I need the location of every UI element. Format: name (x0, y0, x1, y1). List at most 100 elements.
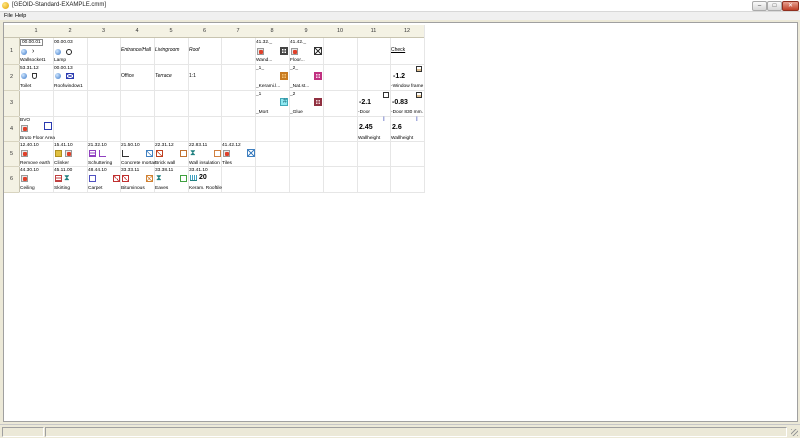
close-button[interactable]: ✕ (782, 1, 799, 11)
row-header-2[interactable]: 2 (4, 65, 20, 91)
cell-mortar[interactable]: _1 # _Mort (255, 91, 289, 116)
lamp-icon (66, 49, 72, 55)
item-code: 53.31.12 (20, 66, 39, 71)
row-header-5[interactable]: 5 (4, 142, 20, 167)
cell-wall-finish[interactable]: 41.32._ Wand... (255, 39, 289, 64)
item-label: Toilet (20, 84, 32, 89)
cell-entrance-hall[interactable]: Entrance/Hall (120, 39, 154, 64)
cell-bituminous[interactable]: 33.33.11 Bituminous (120, 167, 154, 192)
check-link[interactable]: Check (391, 47, 405, 53)
cell-door-830[interactable]: -0.83 -Door 830 mm. (390, 91, 424, 116)
cell-carpet[interactable]: 48.44.10 Carpet (87, 167, 121, 192)
item-label: Wallheight (391, 136, 414, 141)
chevron-right-icon: › (32, 48, 35, 55)
cell-check[interactable]: Check (390, 39, 424, 64)
menu-help[interactable]: Help (15, 13, 26, 19)
cell-ceramic-1[interactable]: _1_ _Kerami.l... (255, 65, 289, 90)
item-label: Concrete mortar (121, 161, 156, 166)
cell-schuttering[interactable]: 21.32.10 Schuttering (87, 142, 121, 167)
column-header-5[interactable]: 5 (154, 25, 189, 38)
column-header-10[interactable]: 10 (323, 25, 358, 38)
column-header-8[interactable]: 8 (255, 25, 290, 38)
cell-tiles[interactable]: 41.42.12 Tiles (221, 142, 255, 167)
cell-concrete-mortar[interactable]: 21.50.10 Concrete mortar (120, 142, 156, 167)
cell-wall-insulation[interactable]: 22.83.11 ⧗ Wall insulation (188, 142, 222, 167)
cell-window-frame[interactable]: -1.2 -Window frame (390, 65, 424, 90)
menu-bar: File Help (0, 12, 800, 20)
minimize-button[interactable]: – (752, 1, 767, 11)
stone-pattern-icon (314, 72, 322, 80)
count-value: 20 (199, 174, 207, 181)
material-icon (291, 48, 298, 55)
dimension-value: 2.45 (359, 124, 373, 131)
dimension-value: -1.2 (393, 73, 406, 80)
resize-grip[interactable] (791, 429, 798, 436)
cell-lamp[interactable]: 00.00.03 Lamp (53, 39, 87, 64)
title-bar: [GEOID-Standard-EXAMPLE.cmm] – □ ✕ (0, 0, 800, 12)
column-header-7[interactable]: 7 (221, 25, 256, 38)
item-label: Wallsocket1 (20, 58, 46, 63)
cell-ceiling[interactable]: 44.30.10 Ceiling (19, 167, 53, 192)
menu-file[interactable]: File (4, 13, 13, 19)
cell-wallsocket[interactable]: 00.00.01 › Wallsocket1 (19, 39, 53, 64)
column-header-9[interactable]: 9 (289, 25, 324, 38)
row-header-6[interactable]: 6 (4, 167, 20, 193)
item-label: Remove earth (20, 161, 51, 166)
dimension-value: 2.6 (392, 124, 402, 131)
item-code: 00.00.13 (54, 66, 73, 71)
cell-scale[interactable]: 1:1 (188, 65, 222, 90)
grid-line (19, 192, 424, 193)
item-label: Wallheight (358, 136, 381, 141)
column-header-11[interactable]: 11 (357, 25, 391, 38)
cell-natural-stone-2[interactable]: _2_ _Nat.st... (289, 65, 323, 90)
clinker-icon (55, 150, 62, 157)
plumbing-globe-icon (21, 73, 27, 79)
cell-door[interactable]: -2.1 -Door (357, 91, 391, 116)
cell-clinker[interactable]: 15.41.10 Clinker (53, 142, 87, 167)
row-header-3[interactable]: 3 (4, 91, 20, 117)
room-label: Roof (189, 47, 200, 53)
height-marker-icon: Ⅰ (383, 117, 385, 123)
cell-office[interactable]: Office (120, 65, 154, 90)
cell-bruto-floor-area[interactable]: BVO Bruto Floor Area (19, 117, 55, 142)
scale-label: 1:1 (189, 73, 196, 79)
cell-ceramic-rooftile[interactable]: 33.41.10 20 Keram. Rooftile (188, 167, 222, 192)
skirting-lines-icon (55, 175, 62, 182)
item-label: Clinker (54, 161, 69, 166)
row-header-1[interactable]: 1 (4, 38, 20, 65)
room-label: Office (121, 73, 134, 79)
column-header-4[interactable]: 4 (120, 25, 155, 38)
cell-roofwindow[interactable]: 00.00.13 Roofwindow1 (53, 65, 87, 90)
cell-wallheight-2[interactable]: Ⅰ 2.6 Wallheight (390, 117, 424, 142)
maximize-button[interactable]: □ (767, 1, 782, 11)
column-header-2[interactable]: 2 (53, 25, 88, 38)
cell-floor-finish[interactable]: 41.42._ Floor... (289, 39, 323, 64)
item-label: Carpet (88, 186, 103, 191)
column-header-6[interactable]: 6 (188, 25, 222, 38)
item-code: 41.42.12 (222, 143, 241, 148)
status-panel (2, 427, 44, 437)
item-code: _1_ (256, 66, 265, 71)
grid-pattern-icon (280, 47, 288, 55)
cell-eaves[interactable]: 33.38.11 ⧗ Eaves (154, 167, 188, 192)
cell-roof[interactable]: Roof (188, 39, 222, 64)
cell-toilet[interactable]: 53.31.12 Toilet (19, 65, 53, 90)
cell-livingroom[interactable]: Livingroom (154, 39, 188, 64)
cell-wallheight-1[interactable]: Ⅰ 2.45 Wallheight (357, 117, 391, 142)
column-header-12[interactable]: 12 (390, 25, 425, 38)
item-code: _2 (290, 92, 296, 97)
row-header-4[interactable]: 4 (4, 117, 20, 142)
item-label: Ceiling (20, 186, 35, 191)
column-header-3[interactable]: 3 (87, 25, 121, 38)
cell-skirting[interactable]: 45.11.00 ⧗ Skirting (53, 167, 87, 192)
column-header-1[interactable]: 1 (19, 25, 54, 38)
cell-brick-wall[interactable]: 22.31.12 Brick wall (154, 142, 188, 167)
item-code: 33.33.11 (121, 168, 140, 173)
cell-glue[interactable]: _2 _Glue (289, 91, 323, 116)
item-code: 48.44.10 (88, 168, 107, 173)
brick-square-icon (180, 150, 187, 157)
cell-terrace[interactable]: Terrace (154, 65, 188, 90)
cell-remove-earth[interactable]: 12.40.10 Remove earth (19, 142, 53, 167)
frame-icon (416, 66, 422, 72)
tile-cross-icon (247, 149, 255, 157)
